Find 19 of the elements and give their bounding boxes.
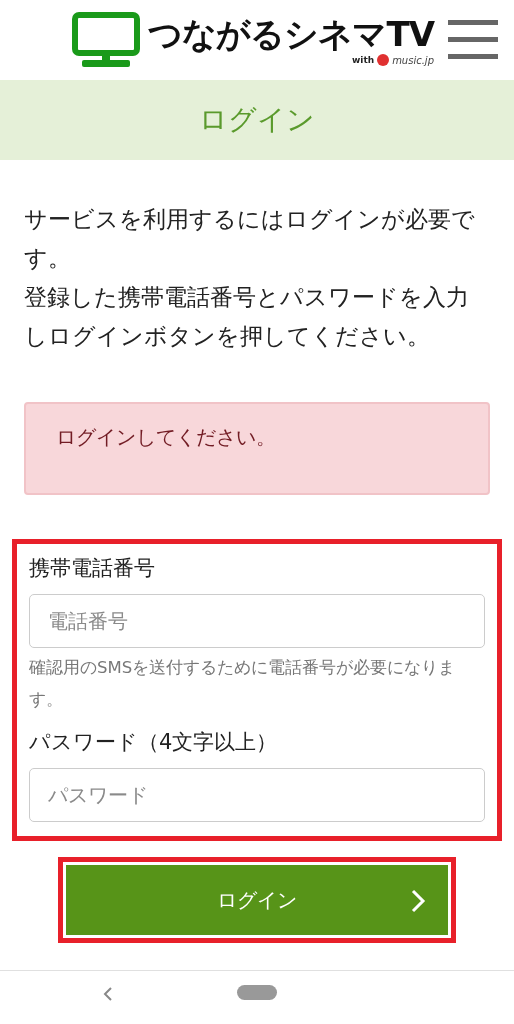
logo-text: music.jp	[392, 54, 434, 66]
chevron-icon	[410, 889, 426, 913]
help-text: 確認用のSMSを送付するために電話番号が必要になります。	[29, 657, 457, 711]
back-icon[interactable]	[102, 986, 114, 1002]
home-handle[interactable]	[237, 985, 277, 1000]
logo-text: with	[352, 55, 375, 65]
menu-icon[interactable]	[448, 18, 498, 62]
logo-mark-icon	[377, 54, 390, 66]
login-button[interactable]: ログイン	[66, 865, 448, 935]
page-title: ログイン	[199, 102, 315, 138]
field-label: パスワード（4文字以上）	[29, 729, 278, 756]
intro-text: サービスを利用するにはログインが必要です。	[24, 205, 476, 273]
input-field[interactable]: パスワード	[29, 768, 485, 822]
input-field[interactable]: 電話番号	[29, 594, 485, 648]
intro-text: 登録した携帯電話番号とパスワードを入力しログインボタンを押してください。	[24, 283, 470, 351]
logo-title[interactable]: つながるシネマTV	[148, 14, 434, 54]
tv-icon	[72, 12, 141, 68]
field-label: 携帯電話番号	[29, 555, 155, 582]
alert-message: ログインしてください。	[24, 402, 490, 495]
